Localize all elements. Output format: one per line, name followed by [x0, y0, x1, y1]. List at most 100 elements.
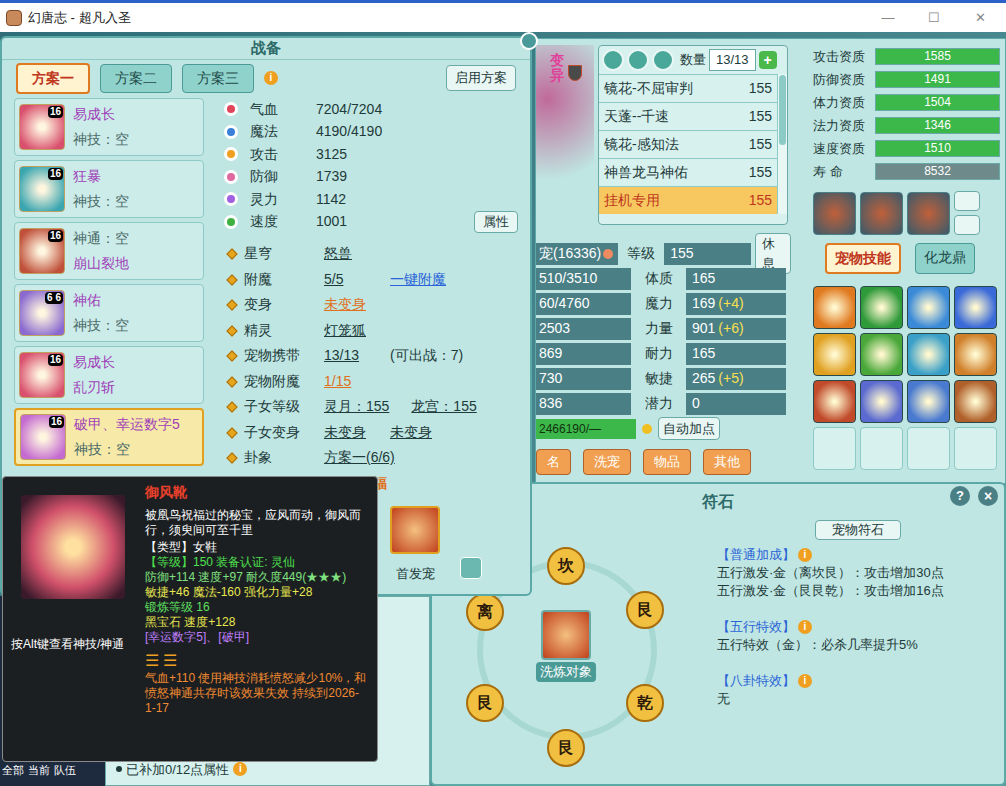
info-value[interactable]: 一键附魔 [390, 269, 446, 290]
pet-row[interactable]: 镜花-感知法155 [599, 130, 777, 158]
pet-gear-slot[interactable] [907, 192, 950, 235]
equipment-item[interactable]: 16破甲、幸运数字5神技：空 [14, 408, 204, 466]
rune-node[interactable]: 艮 [626, 591, 664, 629]
stat-row: 气血7204/7204 [218, 98, 518, 121]
skill-icon[interactable] [813, 380, 856, 423]
info-value[interactable]: 1/15 [324, 371, 368, 392]
window-control[interactable]: ✕ [960, 8, 1000, 28]
pet-stats: 宠(16336)等级155休息510/3510体质16560/4760魔力169… [536, 241, 791, 475]
apply-plan-button[interactable]: 启用方案 [446, 65, 516, 91]
window-control[interactable]: — [868, 8, 908, 28]
aptitude-row: 速度资质1510 [813, 137, 1005, 160]
info-value[interactable]: 灯笼狐 [324, 320, 368, 341]
info-value[interactable]: 灵月：155 [324, 396, 389, 417]
info-value[interactable]: 13/13 [324, 345, 368, 366]
close-icon[interactable] [520, 32, 538, 50]
skill-icon[interactable] [860, 380, 903, 423]
heart-icon [603, 249, 613, 259]
skill-icon[interactable] [954, 286, 997, 329]
pet-row[interactable]: 神兽龙马神佑155 [599, 158, 777, 186]
equipment-item[interactable]: 6 6神佑神技：空 [14, 284, 204, 342]
skill-icon[interactable] [907, 333, 950, 376]
rune-node[interactable]: 乾 [626, 684, 664, 722]
info-row: 变身未变身 [218, 292, 518, 318]
aptitude-row: 寿 命8532 [813, 160, 1005, 183]
info-icon[interactable]: i [233, 762, 247, 776]
info-value[interactable]: 未变身 [390, 422, 434, 443]
skill-icon[interactable] [907, 380, 950, 423]
stat-row: 速度1001属性 [218, 211, 518, 234]
pet-tab[interactable]: 宠物技能 [825, 243, 901, 274]
plan-tab[interactable]: 方案三 [182, 64, 254, 93]
exp-bar: 2466190/— [536, 419, 636, 439]
skill-icon[interactable] [860, 333, 903, 376]
bullet-icon [226, 300, 237, 311]
equipment-item[interactable]: 16神通：空崩山裂地 [14, 222, 204, 280]
skill-icon[interactable] [813, 286, 856, 329]
rune-node[interactable]: 坎 [547, 547, 585, 585]
plan-tab[interactable]: 方案一 [16, 63, 90, 94]
equipment-text: 易成长 [73, 352, 115, 373]
equipment-text: 破甲、幸运数字5 [74, 414, 180, 435]
pet-row[interactable]: 挂机专用155 [599, 186, 777, 214]
info-value[interactable]: 龙宫：155 [411, 396, 476, 417]
pet-gear-slot[interactable] [813, 192, 856, 235]
list-tool-icon[interactable] [627, 49, 649, 71]
paw-icon[interactable] [954, 215, 980, 235]
pet-gear-slot[interactable] [860, 192, 903, 235]
pet-avatar-icon [390, 506, 440, 554]
info-value[interactable]: 未变身 [324, 422, 368, 443]
add-button[interactable]: + [759, 51, 777, 69]
pet-action-button[interactable]: 洗宠 [583, 449, 631, 475]
info-icon[interactable]: i [798, 674, 812, 688]
info-row: 卦象方案一(6/6) [218, 445, 518, 471]
info-value[interactable]: 方案一(6/6) [324, 447, 395, 468]
pet-avatar-icon[interactable] [541, 610, 591, 660]
refine-target: 洗炼对象 [536, 662, 596, 682]
rune-node[interactable]: 艮 [466, 684, 504, 722]
yin-yang-icon[interactable] [954, 191, 980, 211]
pet-row[interactable]: 镜花-不屈审判155 [599, 74, 777, 102]
pet-action-button[interactable]: 物品 [643, 449, 691, 475]
pet-action-button[interactable]: 名 [536, 449, 571, 475]
tooltip-line: 敏捷+46 魔法-160 强化力量+28 [145, 585, 369, 600]
skill-icon[interactable] [860, 286, 903, 329]
skill-icon[interactable] [813, 333, 856, 376]
skill-icon[interactable] [954, 380, 997, 423]
chat-tab[interactable]: 队伍 [54, 762, 76, 779]
rune-node[interactable]: 离 [466, 593, 504, 631]
auto-points-button[interactable]: 自动加点 [658, 417, 720, 441]
level-badge: 16 [48, 354, 63, 366]
info-value[interactable]: 怒兽 [324, 243, 368, 264]
list-tool-icon[interactable] [602, 49, 624, 71]
list-tool-icon[interactable] [652, 49, 674, 71]
info-value[interactable]: 未变身 [324, 294, 368, 315]
pet-row[interactable]: 天蓬--千速155 [599, 102, 777, 130]
close-button[interactable]: × [978, 486, 998, 506]
info-icon[interactable]: i [798, 620, 812, 634]
rune-tab[interactable]: 宠物符石 [815, 520, 901, 540]
scrollbar[interactable] [777, 74, 787, 214]
pet-action-button[interactable]: 其他 [703, 449, 751, 475]
edit-icon[interactable] [460, 557, 482, 579]
first-pet[interactable]: 首发宠 [390, 506, 440, 584]
stat-icon [224, 147, 238, 161]
pet-tab[interactable]: 化龙鼎 [915, 243, 975, 274]
equipment-item[interactable]: 16易成长神技：空 [14, 98, 204, 156]
chat-tab[interactable]: 全部 [2, 762, 24, 779]
help-button[interactable]: ? [950, 486, 970, 506]
equipment-item[interactable]: 16易成长乱刃斩 [14, 346, 204, 404]
attribute-button[interactable]: 属性 [474, 211, 518, 233]
chat-tab[interactable]: 当前 [28, 762, 50, 779]
skill-icon[interactable] [907, 286, 950, 329]
pet-stat-row: 60/4760魔力169(+4) [536, 291, 791, 316]
rune-node[interactable]: 艮 [547, 729, 585, 767]
plan-tab[interactable]: 方案二 [100, 64, 172, 93]
equipment-text: 易成长 [73, 104, 129, 125]
skill-icon[interactable] [954, 333, 997, 376]
equipment-item[interactable]: 16狂暴神技：空 [14, 160, 204, 218]
window-control[interactable]: ☐ [914, 8, 954, 28]
info-icon[interactable]: i [264, 71, 278, 85]
info-icon[interactable]: i [798, 548, 812, 562]
info-value[interactable]: 5/5 [324, 269, 368, 290]
